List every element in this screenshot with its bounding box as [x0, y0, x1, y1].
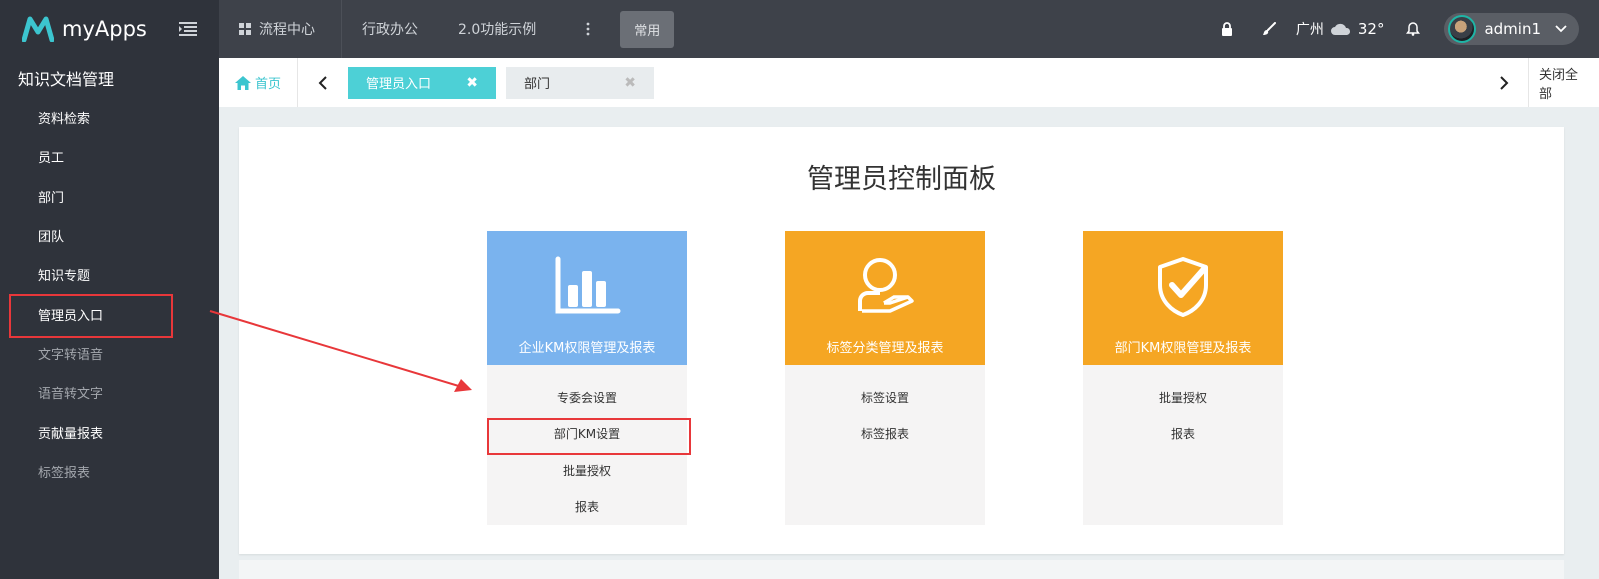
page-title: 管理员控制面板 — [807, 164, 996, 195]
bar-chart-icon — [555, 256, 621, 314]
sidebar-item-speech-to-text[interactable]: 语音转文字 — [0, 373, 219, 412]
tab-scroll-right[interactable] — [1479, 58, 1529, 107]
more-vertical-icon[interactable] — [586, 22, 590, 36]
tab-department[interactable]: 部门 ✖ — [506, 66, 655, 99]
weather-city: 广州 — [1295, 22, 1324, 38]
card-link-batch-authorize[interactable]: 批量授权 — [487, 452, 687, 489]
topnav-item-admin-office[interactable]: 行政办公 — [342, 0, 438, 58]
bell-icon[interactable] — [1406, 22, 1421, 36]
home-icon — [235, 75, 251, 90]
sidebar-item-search[interactable]: 资料检索 — [0, 98, 219, 137]
close-icon[interactable]: ✖ — [466, 75, 478, 91]
annotation-arrow-icon — [209, 310, 472, 392]
close-icon[interactable]: ✖ — [624, 75, 636, 91]
topnav-label: 2.0功能示例 — [458, 22, 537, 38]
tab-home[interactable]: 首页 — [219, 58, 299, 107]
top-nav: 流程中心 行政办公 2.0功能示例 常用 — [219, 0, 675, 58]
tab-home-label: 首页 — [255, 77, 282, 92]
card-tag-classification: 标签分类管理及报表 标签设置 标签报表 — [785, 231, 985, 525]
card-header[interactable]: 企业KM权限管理及报表 — [487, 231, 687, 365]
chevron-down-icon — [1555, 25, 1567, 33]
top-bar: myApps 流程中心 行政办公 2.0功能示例 常用 广州 32° admin… — [0, 0, 1599, 58]
topnav-label: 流程中心 — [259, 22, 315, 38]
chevron-left-icon — [318, 75, 327, 90]
username: admin1 — [1484, 20, 1541, 38]
user-menu[interactable]: admin1 — [1444, 13, 1579, 45]
shield-check-icon — [1158, 257, 1208, 317]
sidebar: 知识文档管理 资料检索 员工 部门 团队 知识专题 管理员入口 文字转语音 语音… — [0, 58, 219, 579]
card-header[interactable]: 标签分类管理及报表 — [785, 231, 985, 365]
sidebar-title: 知识文档管理 — [18, 70, 115, 89]
card-link-tag-report[interactable]: 标签报表 — [785, 416, 985, 453]
card-header[interactable]: 部门KM权限管理及报表 — [1083, 231, 1283, 365]
brand: myApps — [0, 0, 219, 58]
card-title: 企业KM权限管理及报表 — [518, 341, 656, 356]
content-footer-strip — [239, 560, 1564, 579]
card-links: 专委会设置 部门KM设置 批量授权 报表 — [487, 365, 691, 526]
card-title: 部门KM权限管理及报表 — [1114, 341, 1252, 356]
topnav-item-process-center[interactable]: 流程中心 — [219, 0, 342, 58]
card-links: 批量授权 报表 — [1083, 365, 1283, 452]
brand-name: myApps — [62, 17, 147, 41]
sidebar-item-topics[interactable]: 知识专题 — [0, 255, 219, 294]
card-links: 标签设置 标签报表 — [785, 365, 985, 452]
tab-scroll-left[interactable] — [298, 58, 348, 107]
grid-icon — [239, 23, 251, 35]
cloud-icon — [1330, 23, 1350, 35]
card-enterprise-km: 企业KM权限管理及报表 专委会设置 部门KM设置 批量授权 报表 — [487, 231, 691, 526]
menu-toggle-icon[interactable] — [179, 22, 197, 36]
card-link-batch-authorize[interactable]: 批量授权 — [1083, 379, 1283, 416]
sidebar-item-staff[interactable]: 员工 — [0, 137, 219, 176]
top-right-toolbar: 广州 32° admin1 — [1206, 0, 1599, 58]
topnav-item-feature-demo[interactable]: 2.0功能示例 — [438, 0, 556, 58]
sidebar-item-team[interactable]: 团队 — [0, 216, 219, 255]
sidebar-item-department[interactable]: 部门 — [0, 177, 219, 216]
close-all-tabs-button[interactable]: 关闭全部 — [1529, 64, 1599, 102]
card-title: 标签分类管理及报表 — [826, 341, 944, 356]
brush-icon[interactable] — [1262, 22, 1276, 36]
tab-admin-entry[interactable]: 管理员入口 ✖ — [348, 66, 497, 99]
user-hand-icon — [858, 258, 914, 313]
sidebar-item-tag-report[interactable]: 标签报表 — [0, 452, 219, 491]
tab-label: 部门 — [524, 77, 551, 92]
logo-icon — [22, 16, 54, 42]
tab-label: 管理员入口 — [366, 77, 432, 92]
card-link-report[interactable]: 报表 — [487, 489, 687, 526]
sidebar-item-admin-entry[interactable]: 管理员入口 — [0, 294, 219, 339]
card-dept-km: 部门KM权限管理及报表 批量授权 报表 — [1083, 231, 1283, 525]
weather-temperature: 32° — [1357, 20, 1385, 38]
sidebar-item-text-to-speech[interactable]: 文字转语音 — [0, 334, 219, 373]
tab-bar: 首页 管理员入口 ✖ 部门 ✖ 关闭全部 — [219, 58, 1599, 107]
avatar — [1448, 15, 1477, 43]
card-link-tag-settings[interactable]: 标签设置 — [785, 379, 985, 416]
common-button[interactable]: 常用 — [620, 10, 675, 48]
card-link-report[interactable]: 报表 — [1083, 416, 1283, 453]
sidebar-item-contribution-report[interactable]: 贡献量报表 — [0, 412, 219, 451]
lock-icon[interactable] — [1220, 22, 1234, 36]
chevron-right-icon — [1499, 75, 1508, 90]
card-link-dept-km-settings[interactable]: 部门KM设置 — [487, 416, 691, 454]
card-link-committee-settings[interactable]: 专委会设置 — [487, 379, 687, 416]
topnav-label: 行政办公 — [362, 22, 418, 38]
